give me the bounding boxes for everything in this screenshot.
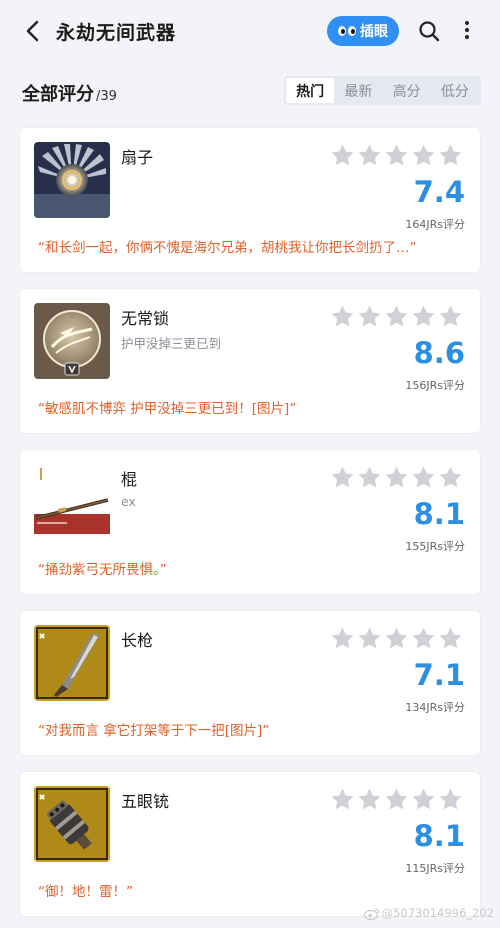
star-rating [330,626,463,651]
tab-high[interactable]: 高分 [383,78,431,103]
top-comment[interactable]: “御！地！雷！” [38,880,133,900]
rating-card[interactable]: 五眼铳 8.1 115JRs评分 “御！地！雷！” [19,771,481,917]
star-icon [358,144,381,166]
top-bar: 永劫无间武器 插眼 [0,0,500,62]
star-icon [358,788,381,810]
star-icon [331,144,354,166]
star-rating [330,304,463,329]
watermark-text: @5073014996_202 [381,906,494,920]
star-icon [358,305,381,327]
star-icon [385,466,408,488]
tab-hot[interactable]: 热门 [286,78,335,103]
top-comment[interactable]: “敏感肌不博弈 护甲没掉三更已到！[图片]” [38,397,296,417]
star-icon [439,788,462,810]
section-count: /39 [96,89,117,104]
top-comment[interactable]: “和长剑一起，你俩不愧是海尔兄弟，胡桃我让你把长剑扔了…” [38,236,417,256]
weapon-subtitle: ex [121,494,136,509]
star-icon [412,305,435,327]
chayan-label: 插眼 [360,24,388,40]
weapon-name: 扇子 [121,148,154,167]
star-icon [331,627,354,649]
rating-score: 8.6 [413,336,465,370]
back-arrow-icon[interactable] [22,19,44,43]
star-icon [439,466,462,488]
eyes-icon [338,26,356,36]
staff-weapon-image [34,464,110,540]
sort-tabs: 热门 最新 高分 低分 [284,76,481,105]
star-icon [385,305,408,327]
section-title: 全部评分/39 [22,80,117,106]
section-title-text: 全部评分 [22,84,94,105]
weapon-subtitle: 护甲没掉三更已到 [121,336,222,351]
chayan-button[interactable]: 插眼 [327,16,399,46]
star-icon [412,627,435,649]
star-icon [439,305,462,327]
more-icon[interactable] [462,18,472,44]
rating-count: 115JRs评分 [405,862,465,875]
star-icon [331,305,354,327]
gun-weapon-image [34,786,110,862]
star-icon [331,788,354,810]
star-icon [412,144,435,166]
rating-card[interactable]: 长枪 7.1 134JRs评分 “对我而言 拿它打架等于下一把[图片]” [19,610,481,756]
rating-count: 134JRs评分 [405,701,465,714]
star-icon [385,788,408,810]
page-title: 永劫无间武器 [56,22,177,44]
star-icon [358,627,381,649]
star-rating [330,787,463,812]
fan-weapon-image [34,142,110,218]
rating-score: 8.1 [413,497,465,531]
weapon-name: 无常锁 [121,309,170,328]
rating-card[interactable]: 扇子 7.4 164JRs评分 “和长剑一起，你俩不愧是海尔兄弟，胡桃我让你把长… [19,127,481,273]
top-comment[interactable]: “对我而言 拿它打架等于下一把[图片]” [38,719,269,739]
star-icon [385,144,408,166]
star-icon [331,466,354,488]
weapon-name: 五眼铳 [121,792,170,811]
top-comment[interactable]: “捅劲紫弓无所畏惧。” [38,558,167,578]
weapon-name: 棍 [121,470,138,489]
star-icon [412,466,435,488]
rating-score: 7.1 [413,658,465,692]
rating-count: 164JRs评分 [405,218,465,231]
star-icon [439,144,462,166]
search-icon[interactable] [418,20,440,42]
star-rating [330,143,463,168]
rating-score: 7.4 [413,175,465,209]
star-icon [358,466,381,488]
tab-low[interactable]: 低分 [431,78,479,103]
tab-newest[interactable]: 最新 [334,78,382,103]
rating-count: 155JRs评分 [405,540,465,553]
rating-card[interactable]: 无常锁 护甲没掉三更已到 8.6 156JRs评分 “敏感肌不博弈 护甲没掉三更… [19,288,481,434]
spear-weapon-image [34,625,110,701]
rating-count: 156JRs评分 [405,379,465,392]
rating-score: 8.1 [413,819,465,853]
chain-lock-weapon-image [34,303,110,379]
weibo-icon [363,907,380,920]
star-icon [412,788,435,810]
star-icon [439,627,462,649]
weibo-watermark: @5073014996_202 [363,906,494,920]
star-rating [330,465,463,490]
weapon-name: 长枪 [121,631,154,650]
star-icon [385,627,408,649]
rating-card[interactable]: 棍 ex 8.1 155JRs评分 “捅劲紫弓无所畏惧。” [19,449,481,595]
